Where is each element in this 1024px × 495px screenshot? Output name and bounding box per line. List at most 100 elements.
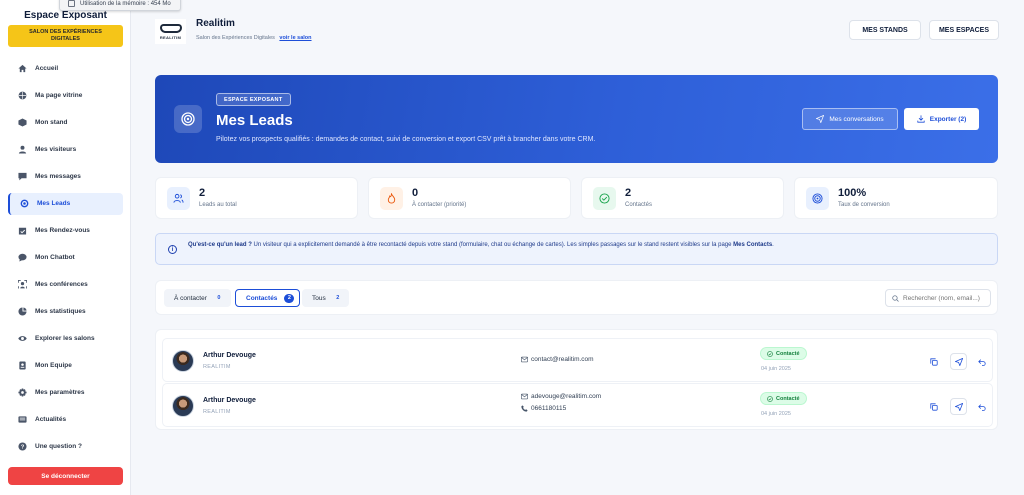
- stat-value: 100%: [838, 187, 867, 199]
- tab-tous[interactable]: Tous 2: [302, 289, 349, 307]
- hero-banner: ESPACE EXPOSANT Mes Leads Pilotez vos pr…: [155, 75, 998, 163]
- tab-label: Contactés: [246, 294, 278, 302]
- sidebar-item-explorer[interactable]: Explorer les salons: [8, 328, 123, 350]
- sidebar-item-accueil[interactable]: Accueil: [8, 58, 123, 80]
- status-label: Contacté: [776, 395, 800, 402]
- sidebar-nav: Accueil Ma page vitrine Mon stand Mes vi…: [8, 58, 123, 463]
- search-input[interactable]: [903, 294, 990, 302]
- search-field[interactable]: [885, 289, 991, 307]
- send-message-button[interactable]: [950, 353, 967, 370]
- sidebar-item-visiteurs[interactable]: Mes visiteurs: [8, 139, 123, 161]
- lead-phone-text: 0661180115: [531, 405, 567, 412]
- lead-phone[interactable]: 0661180115: [521, 405, 566, 412]
- lead-email[interactable]: contact@realitim.com: [521, 356, 594, 363]
- check-circle-icon: [767, 395, 773, 402]
- status-label: Contacté: [776, 350, 800, 357]
- stat-label: Leads au total: [199, 202, 237, 208]
- sidebar-item-equipe[interactable]: Mon Equipe: [8, 355, 123, 377]
- tab-count: 2: [284, 293, 295, 303]
- flame-icon: [380, 187, 403, 210]
- tab-label: Tous: [312, 294, 326, 302]
- brand-logo: REALITIM: [155, 19, 186, 44]
- export-label: Exporter (2): [929, 115, 967, 123]
- target-icon: [174, 105, 202, 133]
- sidebar-item-question[interactable]: ? Une question ?: [8, 436, 123, 458]
- pie-chart-icon: [17, 307, 27, 317]
- sidebar-item-leads[interactable]: Mes Leads: [8, 193, 123, 215]
- copy-button[interactable]: [925, 398, 942, 415]
- stat-label: Taux de conversion: [838, 202, 890, 208]
- tab-label: À contacter: [174, 294, 207, 302]
- sidebar-item-rendez-vous[interactable]: Mes Rendez-vous: [8, 220, 123, 242]
- export-button[interactable]: Exporter (2): [904, 108, 979, 130]
- voir-salon-link[interactable]: voir le salon: [279, 35, 311, 41]
- lead-name: Arthur Devouge: [203, 397, 256, 404]
- mes-conversations-label: Mes conversations: [829, 115, 884, 123]
- sidebar-item-conferences[interactable]: Mes conférences: [8, 274, 123, 296]
- tab-a-contacter[interactable]: À contacter 0: [164, 289, 231, 307]
- undo-icon: [977, 403, 986, 411]
- top-header: REALITIM Realitim Salon des Expériences …: [131, 0, 1024, 60]
- search-icon: [892, 294, 899, 302]
- chat-icon: [17, 253, 27, 263]
- undo-icon: [977, 358, 986, 366]
- sidebar-item-mon-stand[interactable]: Mon stand: [8, 112, 123, 134]
- tab-contactes[interactable]: Contactés 2: [235, 289, 300, 307]
- user-icon: [17, 145, 27, 155]
- brand-name: Realitim: [196, 18, 235, 29]
- news-icon: [17, 415, 27, 425]
- mes-stands-button[interactable]: MES STANDS: [849, 20, 921, 40]
- sidebar-item-messages[interactable]: Mes messages: [8, 166, 123, 188]
- sidebar-item-actualites[interactable]: Actualités: [8, 409, 123, 431]
- stat-value: 2: [625, 187, 632, 199]
- badge-icon: [17, 361, 27, 371]
- tab-count: 0: [217, 295, 221, 301]
- lead-info-body: Un visiteur qui a explicitement demandé …: [251, 242, 734, 248]
- tab-count: 2: [336, 295, 340, 301]
- memory-icon: [68, 0, 75, 7]
- check-circle-icon: [767, 350, 773, 357]
- svg-text:?: ?: [20, 445, 24, 451]
- lead-info-question: Qu'est-ce qu'un lead ?: [188, 242, 252, 248]
- target-icon: [19, 199, 29, 209]
- logo-text: REALITIM: [159, 34, 182, 40]
- mes-conversations-button[interactable]: Mes conversations: [802, 108, 898, 130]
- info-icon: i: [168, 245, 177, 254]
- sidebar-item-label: Mes Leads: [37, 200, 71, 208]
- calendar-icon: [17, 226, 27, 236]
- sidebar-item-label: Mon Equipe: [35, 362, 72, 370]
- stat-value: 2: [199, 187, 206, 199]
- page-title: Mes Leads: [216, 112, 293, 129]
- sidebar-item-chatbot[interactable]: Mon Chatbot: [8, 247, 123, 269]
- filter-bar: À contacter 0 Contactés 2 Tous 2: [155, 280, 998, 315]
- download-icon: [917, 115, 925, 123]
- sidebar-item-page-vitrine[interactable]: Ma page vitrine: [8, 85, 123, 107]
- sidebar: Espace Exposant SALON DES EXPÉRIENCES DI…: [0, 0, 131, 495]
- sidebar-item-label: Explorer les salons: [35, 335, 95, 343]
- lead-row[interactable]: Arthur Devouge REALITIM contact@realitim…: [162, 338, 993, 382]
- sidebar-item-label: Mon Chatbot: [35, 254, 75, 262]
- mes-contacts-link[interactable]: Mes Contacts: [733, 242, 772, 248]
- users-icon: [167, 187, 190, 210]
- sidebar-item-statistiques[interactable]: Mes statistiques: [8, 301, 123, 323]
- send-message-button[interactable]: [950, 398, 967, 415]
- stat-label: À contacter (priorité): [412, 202, 467, 208]
- revert-button[interactable]: [973, 398, 990, 415]
- lead-info-text: Qu'est-ce qu'un lead ? Un visiteur qui a…: [188, 242, 774, 248]
- stat-card-contactes: 2 Contactés: [581, 177, 784, 219]
- logout-button[interactable]: Se déconnecter: [8, 467, 123, 485]
- sidebar-item-parametres[interactable]: Mes paramètres: [8, 382, 123, 404]
- salon-badge[interactable]: SALON DES EXPÉRIENCES DIGITALES: [8, 25, 123, 47]
- help-icon: ?: [17, 442, 27, 452]
- revert-button[interactable]: [973, 353, 990, 370]
- sidebar-item-label: Mes conférences: [35, 281, 88, 289]
- lead-row[interactable]: Arthur Devouge REALITIM adevouge@realiti…: [162, 383, 993, 427]
- send-icon: [954, 357, 963, 366]
- copy-button[interactable]: [925, 353, 942, 370]
- lead-email[interactable]: adevouge@realitim.com: [521, 393, 601, 400]
- lead-date: 04 juin 2025: [761, 366, 791, 372]
- hero-badge: ESPACE EXPOSANT: [216, 93, 291, 106]
- mes-espaces-button[interactable]: MES ESPACES: [929, 20, 999, 40]
- conference-icon: [17, 280, 27, 290]
- copy-icon: [929, 402, 938, 411]
